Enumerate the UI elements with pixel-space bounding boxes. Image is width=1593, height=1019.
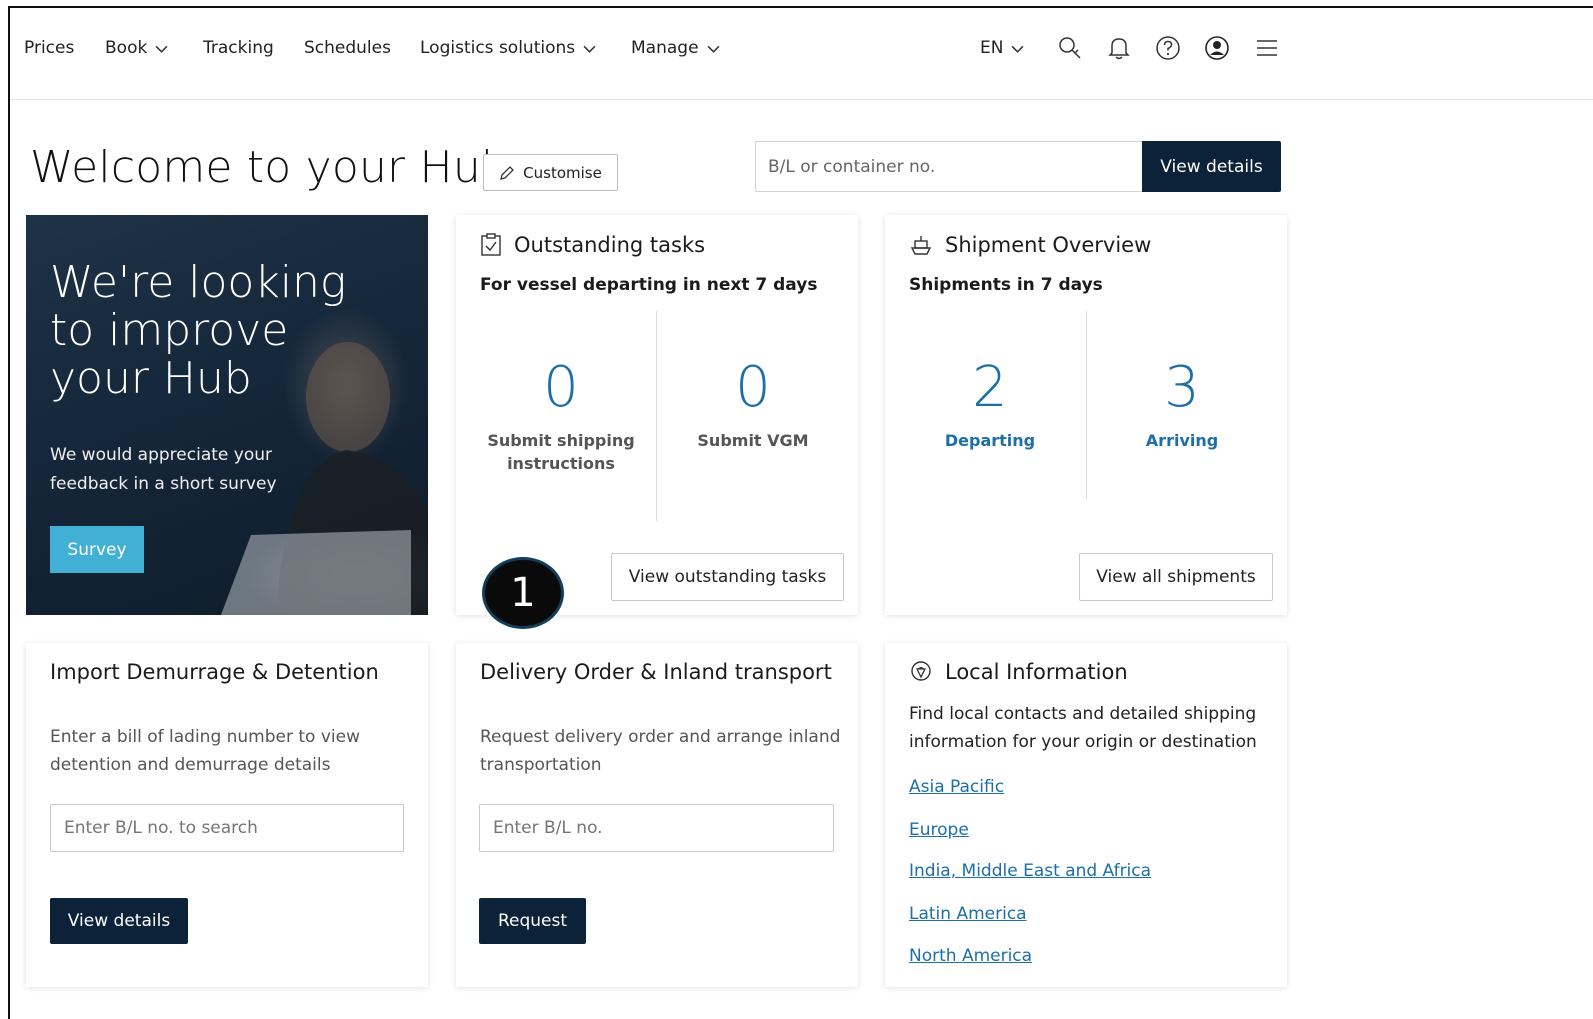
card-title: Local Information: [909, 660, 1128, 684]
stat-label: Submit shipping instructions: [466, 429, 656, 475]
view-outstanding-tasks-button[interactable]: View outstanding tasks: [611, 553, 844, 601]
survey-heading: We're looking to improve your Hub: [50, 259, 346, 403]
demurrage-bl-input[interactable]: [50, 804, 404, 852]
survey-text-line: feedback in a short survey: [50, 474, 277, 494]
survey-banner: We're looking to improve your Hub We wou…: [26, 215, 428, 615]
description-line: detention and demurrage details: [50, 755, 331, 775]
link-latin-america[interactable]: Latin America: [909, 904, 1027, 924]
description-line: Find local contacts and detailed shippin…: [909, 704, 1257, 724]
customise-button[interactable]: Customise: [483, 154, 618, 191]
bell-icon[interactable]: [1105, 34, 1133, 62]
ship-icon: [910, 236, 932, 255]
stat-value: 3: [1164, 355, 1200, 420]
chevron-down-icon: [155, 45, 168, 53]
description-line: transportation: [480, 755, 602, 775]
request-button[interactable]: Request: [479, 898, 586, 944]
link-europe[interactable]: Europe: [909, 820, 969, 840]
chevron-down-icon: [1012, 45, 1024, 53]
stat-value: 2: [972, 355, 1008, 420]
bl-container-search-input[interactable]: [755, 141, 1143, 192]
outstanding-tasks-card: Outstanding tasks For vessel departing i…: [456, 215, 858, 615]
card-title-text: Local Information: [945, 660, 1128, 684]
lightbulb-icon: [911, 661, 931, 681]
nav-tracking[interactable]: Tracking: [203, 38, 274, 58]
view-details-button[interactable]: View details: [50, 898, 188, 944]
description-line: information for your origin or destinati…: [909, 732, 1257, 752]
language-selector[interactable]: EN: [980, 38, 1024, 58]
delivery-order-card: Delivery Order & Inland transport Reques…: [456, 643, 858, 987]
nav-label: Book: [105, 38, 148, 58]
survey-text: We would appreciate your feedback in a s…: [50, 441, 277, 499]
divider: [656, 311, 657, 521]
nav-schedules[interactable]: Schedules: [304, 38, 391, 58]
delivery-bl-input[interactable]: [479, 804, 834, 852]
stat-label-line: Submit shipping: [487, 431, 635, 450]
stat-submit-shipping-instructions[interactable]: 0 Submit shipping instructions: [466, 355, 656, 495]
user-icon[interactable]: [1203, 34, 1231, 62]
stat-departing[interactable]: 2 Departing: [895, 355, 1085, 465]
card-description: Enter a bill of lading number to view de…: [50, 723, 360, 779]
stat-value: 0: [735, 355, 771, 420]
link-india-middle-east-africa[interactable]: India, Middle East and Africa: [909, 861, 1151, 881]
card-subtitle: Shipments in 7 days: [909, 275, 1103, 295]
nav-manage[interactable]: Manage: [631, 38, 720, 58]
language-label: EN: [980, 38, 1004, 58]
card-subtitle: For vessel departing in next 7 days: [480, 275, 818, 295]
nav-book[interactable]: Book: [105, 38, 168, 58]
card-title: Import Demurrage & Detention: [50, 660, 379, 684]
survey-button[interactable]: Survey: [50, 526, 144, 573]
description-line: Enter a bill of lading number to view: [50, 727, 361, 747]
stat-label: Submit VGM: [658, 429, 848, 452]
card-title: Outstanding tasks: [480, 233, 705, 257]
stat-value: 0: [543, 355, 579, 420]
card-description: Find local contacts and detailed shippin…: [909, 700, 1257, 756]
nav-label: Prices: [24, 38, 75, 58]
view-all-shipments-button[interactable]: View all shipments: [1079, 553, 1273, 601]
link-asia-pacific[interactable]: Asia Pacific: [909, 777, 1004, 797]
card-title: Shipment Overview: [909, 233, 1151, 257]
nav-logistics-solutions[interactable]: Logistics solutions: [420, 38, 596, 58]
nav-label: Manage: [631, 38, 699, 58]
card-title-text: Shipment Overview: [945, 233, 1152, 257]
nav-label: Logistics solutions: [420, 38, 576, 58]
nav-prices[interactable]: Prices: [24, 38, 74, 58]
nav-label: Tracking: [203, 38, 274, 58]
survey-text-line: We would appreciate your: [50, 445, 272, 465]
link-north-america[interactable]: North America: [909, 946, 1032, 966]
help-icon[interactable]: [1154, 34, 1182, 62]
stat-arriving[interactable]: 3 Arriving: [1087, 355, 1277, 465]
page-title: Welcome to your Hub: [30, 142, 510, 193]
survey-heading-line: We're looking: [50, 257, 347, 308]
card-title: Delivery Order & Inland transport: [480, 660, 832, 684]
customise-label: Customise: [523, 163, 602, 182]
pencil-icon: [500, 165, 515, 180]
local-information-card: Local Information Find local contacts an…: [885, 643, 1287, 987]
stat-label-line: Submit VGM: [697, 431, 809, 450]
card-description: Request delivery order and arrange inlan…: [480, 723, 840, 779]
stat-label: Arriving: [1145, 431, 1219, 450]
view-details-button[interactable]: View details: [1142, 141, 1281, 192]
chevron-down-icon: [583, 45, 596, 53]
survey-heading-line: to improve: [50, 305, 289, 356]
shipment-overview-card: Shipment Overview Shipments in 7 days 2 …: [885, 215, 1287, 615]
stat-submit-vgm[interactable]: 0 Submit VGM: [658, 355, 848, 495]
nav-label: Schedules: [304, 38, 391, 58]
survey-heading-line: your Hub: [50, 353, 252, 404]
card-title-text: Outstanding tasks: [514, 233, 706, 257]
annotation-badge: 1: [482, 557, 564, 629]
clipboard-check-icon: [481, 233, 501, 256]
top-navigation: Prices Book Tracking Schedules Logistics…: [10, 8, 1593, 100]
menu-icon[interactable]: [1253, 34, 1281, 62]
description-line: Request delivery order and arrange inlan…: [480, 727, 841, 747]
stat-label-line: instructions: [507, 454, 615, 473]
search-icon[interactable]: [1056, 34, 1084, 62]
chevron-down-icon: [707, 45, 719, 53]
import-demurrage-card: Import Demurrage & Detention Enter a bil…: [26, 643, 428, 987]
stat-label: Departing: [944, 431, 1036, 450]
